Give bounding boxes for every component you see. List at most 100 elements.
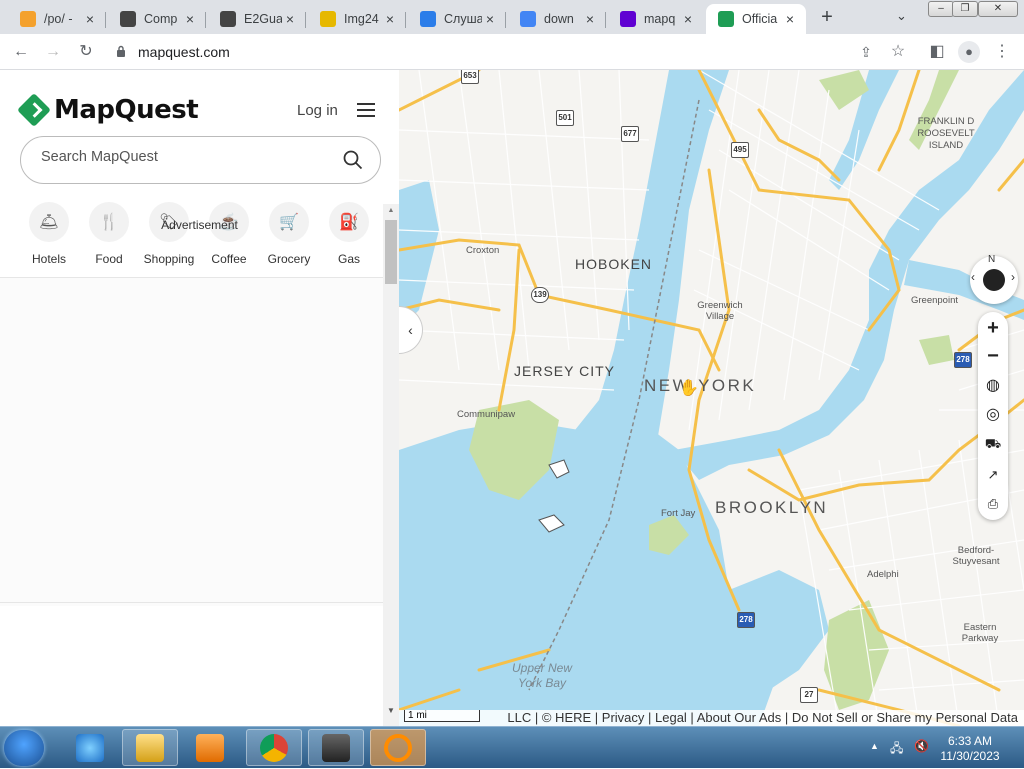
login-link[interactable]: Log in	[297, 102, 338, 119]
lock-icon	[117, 45, 125, 57]
tray-expand-icon[interactable]: ▲	[870, 741, 879, 751]
scrollbar-thumb[interactable]	[385, 220, 397, 284]
rotate-left-icon[interactable]: ‹	[971, 270, 975, 284]
tab-title: Слуша	[444, 12, 482, 26]
map-label-adelphi: Adelphi	[867, 569, 899, 580]
close-tab-icon[interactable]: ×	[182, 11, 198, 27]
network-icon[interactable]: 🖧	[890, 739, 903, 760]
divider	[0, 602, 383, 603]
close-tab-icon[interactable]: ×	[782, 11, 798, 27]
category-hotels[interactable]: 🛎 Hotels	[19, 202, 79, 266]
tab-separator	[605, 12, 606, 28]
logo-text: MapQuest	[54, 95, 199, 125]
start-button[interactable]	[4, 730, 44, 766]
map-label-jersey-city: JERSEY CITY	[514, 363, 615, 379]
category-label: Shopping	[143, 252, 195, 266]
map-label-new-york: NEW YORK	[644, 376, 757, 395]
tab-separator	[105, 12, 106, 28]
close-window-button[interactable]: ✕	[978, 1, 1018, 17]
category-coffee[interactable]: ☕ Coffee	[199, 202, 259, 266]
media-player-taskbar-icon[interactable]	[182, 729, 238, 766]
search-app-taskbar-icon[interactable]	[370, 729, 426, 766]
close-tab-icon[interactable]: ×	[482, 11, 498, 27]
close-tab-icon[interactable]: ×	[282, 11, 298, 27]
tab[interactable]: mapq ×	[608, 4, 704, 34]
ad-container	[0, 278, 383, 606]
scroll-down-arrow-icon[interactable]: ▼	[383, 706, 399, 726]
map-graphic	[399, 70, 1024, 726]
category-gas[interactable]: ⛽ Gas	[319, 202, 379, 266]
tab[interactable]: /po/ - ×	[8, 4, 106, 34]
tab-separator	[505, 12, 506, 28]
compass-icon[interactable]	[983, 269, 1005, 291]
url-text: mapquest.com	[138, 44, 230, 60]
taskbar: ▲ 🖧 🔇 6:33 AM 11/30/2023	[0, 726, 1024, 768]
search-input[interactable]	[41, 149, 331, 165]
tab[interactable]: down ×	[508, 4, 606, 34]
close-tab-icon[interactable]: ×	[82, 11, 98, 27]
close-tab-icon[interactable]: ×	[582, 11, 598, 27]
route-shield: 653	[461, 70, 479, 84]
mapquest-logo[interactable]: MapQuest	[17, 93, 199, 127]
terminal-taskbar-icon[interactable]	[308, 729, 364, 766]
map-canvas[interactable]: NEW YORK BROOKLYN HOBOKEN JERSEY CITY Cr…	[399, 70, 1024, 726]
hamburger-menu-icon[interactable]	[357, 103, 375, 117]
search-box[interactable]	[20, 136, 381, 184]
category-shopping[interactable]: 🏷 Shopping	[139, 202, 199, 266]
tab[interactable]: Officia ×	[706, 4, 806, 34]
sidebar-panel: MapQuest Log in 🛎Hotels🍴Food🏷Shopping☕Co…	[0, 70, 399, 726]
park-east	[919, 335, 954, 365]
tab[interactable]: Img24 ×	[308, 4, 406, 34]
back-arrow-icon[interactable]: ←	[10, 41, 32, 63]
route-shield: 501	[556, 110, 574, 126]
category-list: 🛎 Hotels 🍴 Food 🏷 Shopping ☕ Coffee 🛒 Grocery ⛽ Gas	[20, 202, 380, 266]
category-label: Food	[95, 252, 123, 266]
compass-control[interactable]: N ‹ ›	[970, 254, 1018, 304]
globe-icon[interactable]: ◍	[978, 372, 1008, 400]
zoom-out-button[interactable]: −	[978, 342, 1008, 370]
clock[interactable]: 6:33 AM 11/30/2023	[940, 734, 1000, 764]
new-tab-button[interactable]: +	[816, 6, 838, 28]
search-icon[interactable]	[342, 149, 364, 171]
route-shield: 139	[531, 287, 549, 303]
category-food[interactable]: 🍴 Food	[79, 202, 139, 266]
category-grocery[interactable]: 🛒 Grocery	[259, 202, 319, 266]
traffic-car-icon[interactable]: ⛟	[978, 430, 1008, 458]
tab-title: Officia	[742, 12, 778, 26]
star-icon[interactable]: ☆	[887, 41, 909, 63]
north-label: N	[988, 254, 996, 265]
share-icon[interactable]: ⇪	[855, 41, 877, 63]
minimize-button[interactable]: –	[928, 1, 954, 17]
forward-arrow-icon[interactable]: →	[42, 41, 64, 63]
map-attribution[interactable]: LLC | © HERE | Privacy | Legal | About O…	[399, 710, 1024, 726]
chrome-taskbar-icon[interactable]	[246, 729, 302, 766]
tab[interactable]: Слуша ×	[408, 4, 506, 34]
tab-separator	[205, 12, 206, 28]
zoom-in-button[interactable]: +	[978, 314, 1008, 342]
sidebar-scrollbar[interactable]: ▲	[383, 204, 399, 726]
print-icon[interactable]: ⎙	[978, 490, 1008, 518]
profile-icon[interactable]: ●	[958, 41, 980, 63]
volume-muted-icon[interactable]: 🔇	[914, 739, 929, 753]
flower-icon	[320, 11, 336, 27]
tab[interactable]: Comp ×	[108, 4, 206, 34]
side-panel-icon[interactable]: ◧	[926, 41, 948, 63]
scroll-up-arrow-icon[interactable]: ▲	[383, 204, 399, 218]
category-label: Hotels	[31, 252, 66, 266]
chevron-down-icon[interactable]: ⌄	[896, 8, 914, 26]
maximize-button[interactable]: ❐	[952, 1, 978, 17]
ie-taskbar-icon[interactable]	[62, 729, 118, 766]
explorer-taskbar-icon[interactable]	[122, 729, 178, 766]
bolt-icon	[20, 11, 36, 27]
locate-me-icon[interactable]: ◎	[978, 401, 1008, 429]
address-bar[interactable]: mapquest.com	[110, 37, 920, 67]
rotate-right-icon[interactable]: ›	[1011, 270, 1015, 284]
map-label-greenpoint: Greenpoint	[911, 295, 959, 306]
map-label-roosevelt-island: FRANKLIN D ROOSEVELT ISLAND	[917, 116, 975, 151]
reload-icon[interactable]: ↻	[75, 41, 97, 63]
menu-kebab-icon[interactable]: ⋮	[991, 41, 1013, 63]
close-tab-icon[interactable]: ×	[680, 11, 696, 27]
share-icon[interactable]: ↗	[978, 461, 1008, 489]
close-tab-icon[interactable]: ×	[382, 11, 398, 27]
tab[interactable]: E2Gua ×	[208, 4, 306, 34]
